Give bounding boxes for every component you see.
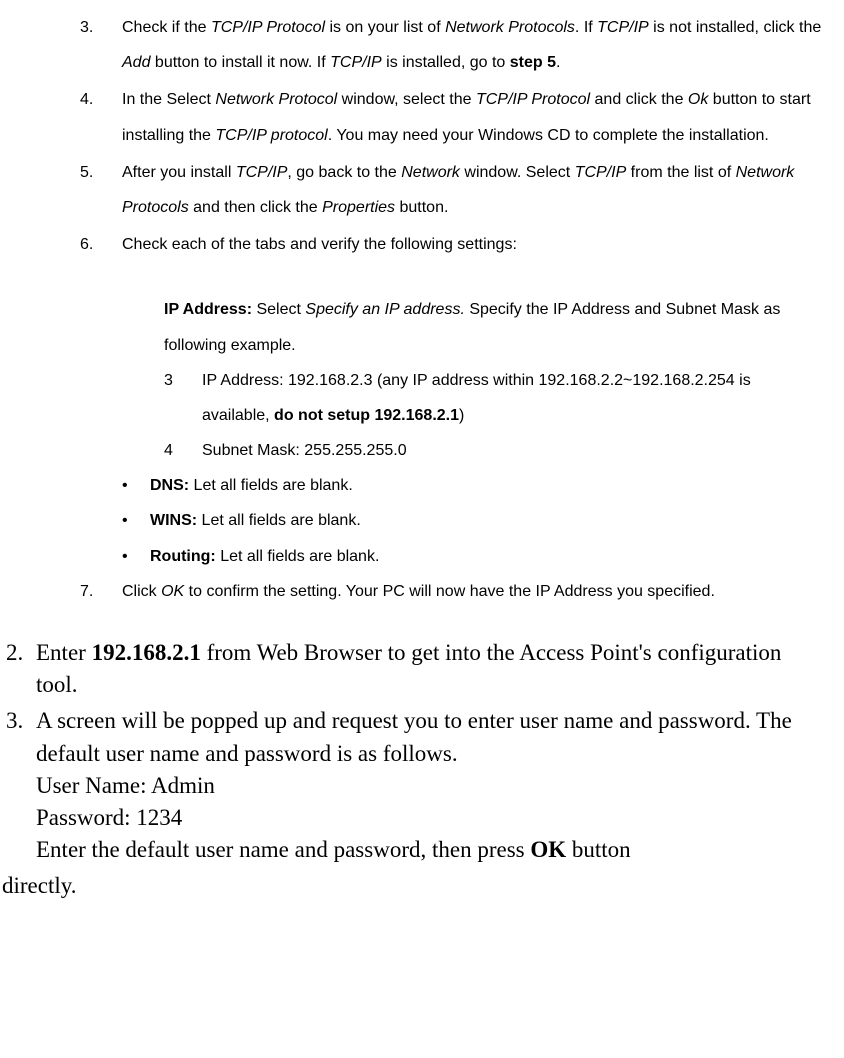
step-body: Check if the TCP/IP Protocol is on your … bbox=[122, 10, 824, 80]
italic-text: TCP/IP bbox=[597, 19, 649, 36]
step-number: 4. bbox=[80, 82, 122, 152]
italic-text: TCP/IP bbox=[330, 54, 382, 71]
step-number: 5. bbox=[80, 155, 122, 225]
sub-body: IP Address: 192.168.2.3 (any IP address … bbox=[202, 363, 818, 433]
italic-text: Network bbox=[401, 164, 460, 181]
text: button to install it now. If bbox=[150, 54, 330, 71]
italic-text: Properties bbox=[322, 199, 395, 216]
bold-text: OK bbox=[530, 837, 566, 862]
bold-label: IP Address: bbox=[164, 301, 252, 318]
text: In the Select bbox=[122, 91, 215, 108]
text: from the list of bbox=[626, 164, 735, 181]
text: is installed, go to bbox=[382, 54, 510, 71]
settings-block bbox=[80, 264, 824, 292]
bold-label: DNS: bbox=[150, 477, 189, 494]
document-page: 3. Check if the TCP/IP Protocol is on yo… bbox=[0, 0, 844, 943]
bold-label: Routing: bbox=[150, 548, 216, 565]
bullet-wins: •WINS: Let all fields are blank. bbox=[80, 503, 824, 538]
step-3: 3. Check if the TCP/IP Protocol is on yo… bbox=[80, 10, 824, 80]
text: is on your list of bbox=[325, 19, 445, 36]
bold-text: step 5 bbox=[510, 54, 556, 71]
bold-label: WINS: bbox=[150, 512, 197, 529]
text: . bbox=[556, 54, 560, 71]
bullet-icon: • bbox=[122, 539, 150, 574]
step-number: 3. bbox=[80, 10, 122, 80]
text: is not installed, click the bbox=[649, 19, 822, 36]
step-body: Check each of the tabs and verify the fo… bbox=[122, 227, 824, 262]
text: . You may need your Windows CD to comple… bbox=[328, 127, 769, 144]
sub-item-3: 3IP Address: 192.168.2.3 (any IP address… bbox=[80, 363, 824, 433]
italic-text: TCP/IP bbox=[575, 164, 627, 181]
step-5: 5. After you install TCP/IP, go back to … bbox=[80, 155, 824, 225]
text: Check if the bbox=[122, 19, 211, 36]
step-4: 4. In the Select Network Protocol window… bbox=[80, 82, 824, 152]
sub-body: Subnet Mask: 255.255.255.0 bbox=[202, 433, 818, 468]
step-number: 7. bbox=[80, 574, 122, 609]
text: Click bbox=[122, 583, 161, 600]
italic-text: TCP/IP bbox=[236, 164, 288, 181]
italic-text: Specify an IP address. bbox=[305, 301, 465, 318]
text: A screen will be popped up and request y… bbox=[36, 705, 824, 769]
bullet-icon: • bbox=[122, 503, 150, 538]
outer-list: 2. Enter 192.168.2.1 from Web Browser to… bbox=[0, 637, 844, 866]
sub-number: 4 bbox=[164, 433, 202, 468]
sub-item-4: 4Subnet Mask: 255.255.255.0 bbox=[80, 433, 824, 468]
outer-number: 2. bbox=[6, 637, 36, 701]
outer-body: Enter 192.168.2.1 from Web Browser to ge… bbox=[36, 637, 824, 701]
text: Let all fields are blank. bbox=[216, 548, 380, 565]
outer-step-2: 2. Enter 192.168.2.1 from Web Browser to… bbox=[0, 637, 824, 701]
text: and then click the bbox=[189, 199, 322, 216]
bullet-icon: • bbox=[122, 468, 150, 503]
text: button. bbox=[395, 199, 448, 216]
outer-step-3: 3. A screen will be popped up and reques… bbox=[0, 705, 824, 866]
sub-number: 3 bbox=[164, 363, 202, 398]
text: Check each of the tabs and verify the fo… bbox=[122, 236, 517, 253]
step-number: 6. bbox=[80, 227, 122, 262]
step-7: 7. Click OK to confirm the setting. Your… bbox=[80, 574, 824, 609]
italic-text: TCP/IP protocol bbox=[215, 127, 327, 144]
text-line: Enter the default user name and password… bbox=[36, 834, 824, 866]
italic-text: OK bbox=[161, 583, 184, 600]
text: and click the bbox=[590, 91, 688, 108]
italic-text: Network Protocols bbox=[445, 19, 575, 36]
ip-address-block: IP Address: Select Specify an IP address… bbox=[80, 292, 824, 362]
italic-text: Ok bbox=[688, 91, 708, 108]
text: After you install bbox=[122, 164, 236, 181]
bullet-dns: •DNS: Let all fields are blank. bbox=[80, 468, 824, 503]
text: window, select the bbox=[337, 91, 476, 108]
text: Select bbox=[252, 301, 305, 318]
text: Subnet Mask: 255.255.255.0 bbox=[202, 442, 407, 459]
text: Let all fields are blank. bbox=[189, 477, 353, 494]
italic-text: TCP/IP Protocol bbox=[476, 91, 590, 108]
step-body: Click OK to confirm the setting. Your PC… bbox=[122, 574, 824, 609]
text: window. Select bbox=[460, 164, 575, 181]
numbered-inner-list: 3. Check if the TCP/IP Protocol is on yo… bbox=[0, 10, 844, 609]
italic-text: Add bbox=[122, 54, 150, 71]
text: . If bbox=[575, 19, 597, 36]
text: Enter bbox=[36, 640, 92, 665]
text: User Name: Admin bbox=[36, 770, 824, 802]
step-6: 6. Check each of the tabs and verify the… bbox=[80, 227, 824, 262]
outer-number: 3. bbox=[6, 705, 36, 866]
outer-body: A screen will be popped up and request y… bbox=[36, 705, 824, 866]
text: Let all fields are blank. bbox=[197, 512, 361, 529]
bullet-routing: •Routing: Let all fields are blank. bbox=[80, 539, 824, 574]
text: to confirm the setting. Your PC will now… bbox=[184, 583, 715, 600]
bold-text: 192.168.2.1 bbox=[92, 640, 201, 665]
bold-text: do not setup 192.168.2.1 bbox=[274, 407, 459, 424]
italic-text: Network Protocol bbox=[215, 91, 337, 108]
text: ) bbox=[459, 407, 464, 424]
text: button bbox=[566, 837, 631, 862]
step-body: In the Select Network Protocol window, s… bbox=[122, 82, 824, 152]
text: Enter the default user name and password… bbox=[36, 837, 530, 862]
text: , go back to the bbox=[287, 164, 401, 181]
text: Password: 1234 bbox=[36, 802, 824, 834]
italic-text: TCP/IP Protocol bbox=[211, 19, 325, 36]
step-body: After you install TCP/IP, go back to the… bbox=[122, 155, 824, 225]
outer-tail-line: directly. bbox=[0, 870, 844, 902]
